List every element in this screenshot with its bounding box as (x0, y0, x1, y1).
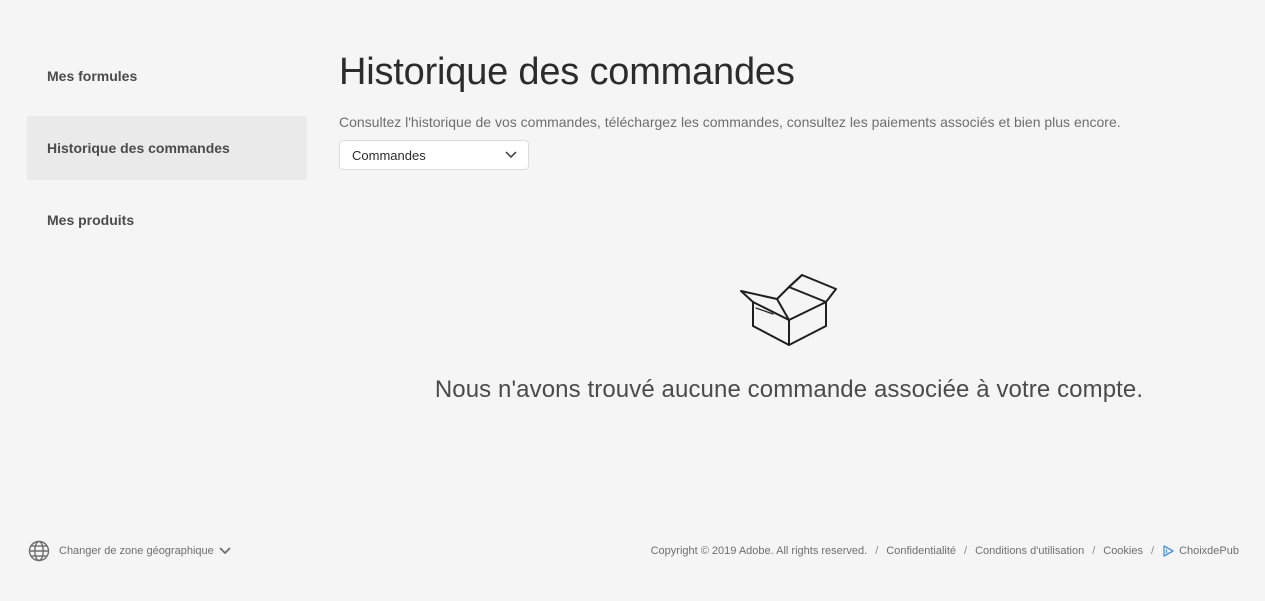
terms-link[interactable]: Conditions d'utilisation (975, 545, 1084, 557)
chevron-down-icon (504, 148, 518, 162)
globe-icon (28, 540, 50, 562)
chevron-down-icon (219, 547, 231, 555)
sidebar-item-label: Mes produits (47, 212, 135, 228)
empty-state-message: Nous n'avons trouvé aucune commande asso… (434, 376, 1144, 403)
order-history-page: Mes formules Historique des commandes Me… (0, 0, 1265, 601)
adchoices-icon (1163, 545, 1174, 557)
footer: Changer de zone géographique Copyright ©… (28, 538, 1239, 564)
page-title: Historique des commandes (339, 51, 795, 93)
copyright-text: Copyright © 2019 Adobe. All rights reser… (650, 545, 868, 557)
cookies-link[interactable]: Cookies (1103, 545, 1143, 557)
sidebar-item-label: Historique des commandes (47, 140, 230, 156)
separator: / (1151, 545, 1155, 557)
legal-links: Copyright © 2019 Adobe. All rights reser… (651, 545, 1239, 557)
sidebar-item-label: Mes formules (47, 68, 138, 84)
privacy-link[interactable]: Confidentialité (886, 545, 956, 557)
empty-state: Nous n'avons trouvé aucune commande asso… (339, 270, 1239, 404)
adchoices-link[interactable]: ChoixdePub (1162, 545, 1239, 557)
adchoices-label: ChoixdePub (1179, 545, 1239, 557)
sidebar-item-order-history[interactable]: Historique des commandes (27, 116, 307, 180)
separator: / (1092, 545, 1096, 557)
sidebar-item-products[interactable]: Mes produits (27, 188, 307, 252)
sidebar-nav: Mes formules Historique des commandes Me… (27, 44, 307, 260)
sidebar-item-plans[interactable]: Mes formules (27, 44, 307, 108)
open-box-icon (339, 270, 1239, 346)
order-type-select-value: Commandes (352, 147, 426, 163)
change-region-label: Changer de zone géographique (59, 545, 214, 557)
order-type-select[interactable]: Commandes (339, 140, 529, 170)
page-description: Consultez l'historique de vos commandes,… (339, 114, 1121, 130)
separator: / (875, 545, 879, 557)
change-region-button[interactable]: Changer de zone géographique (28, 540, 231, 562)
separator: / (964, 545, 968, 557)
main-content: Historique des commandes Consultez l'his… (339, 48, 1239, 170)
